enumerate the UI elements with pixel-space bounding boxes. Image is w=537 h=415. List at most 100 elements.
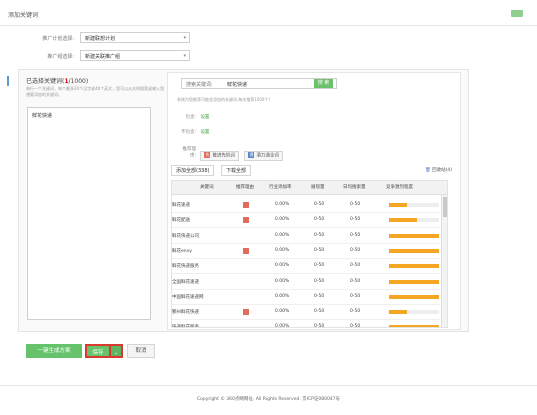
- potential-icon: 潜: [248, 151, 255, 158]
- recommend-badge-icon: [243, 217, 249, 224]
- keyword-cell[interactable]: 鲜花速递: [172, 202, 190, 208]
- daily-search-cell: 0-50: [350, 293, 361, 299]
- unit-select-row: 推广组选择: 新建关联推广组 ▾: [30, 50, 190, 61]
- add-rate-cell: 0.00%: [275, 232, 290, 238]
- chevron-down-icon: ▾: [183, 53, 186, 59]
- keyword-cell[interactable]: 鲜花envy: [172, 248, 192, 254]
- table-row[interactable]: 鲜花速递 0.00% 0-50 0-50: [172, 198, 442, 213]
- column-header[interactable]: 展现量: [311, 184, 325, 190]
- recommend-badge-icon: [243, 309, 249, 316]
- table-row[interactable]: 全国鲜花速递 0.00% 0-50 0-50: [172, 275, 442, 290]
- recommend-badge-icon: [243, 247, 249, 254]
- recycle-label: 回收站(4): [432, 168, 453, 173]
- keyword-cell[interactable]: 全国鲜花速递: [172, 279, 199, 285]
- save-dropdown-button[interactable]: ⌄: [111, 344, 123, 358]
- campaign-select-row: 推广计划选择: 新建联想计划 ▾: [30, 32, 190, 43]
- campaign-select-value: 新建联想计划: [85, 36, 116, 42]
- keyword-table: 关键词 推荐理由 行业添加率 展现量 日均搜索量 竞争激烈程度 鲜花速递 0.00% 0-50…: [171, 180, 448, 328]
- table-header: 关键词 推荐理由 行业添加率 展现量 日均搜索量 竞争激烈程度: [172, 181, 447, 195]
- title-bar: 添加关键词: [0, 0, 537, 26]
- add-rate-cell: 0.00%: [275, 263, 290, 269]
- column-header[interactable]: 行业添加率: [269, 184, 292, 190]
- competition-bar-fill: [389, 203, 407, 207]
- recommend-potential-button[interactable]: 潜潜力通全词: [244, 150, 283, 161]
- scroll-thumb[interactable]: [443, 197, 447, 217]
- table-row[interactable]: 鲜花快递服务 0.00% 0-50 0-50: [172, 259, 442, 275]
- unit-label: 推广组选择:: [47, 54, 74, 60]
- footer-copyright: Copyright © 360点睛网址. All Rights Reserved…: [196, 397, 341, 402]
- save-button[interactable]: 保存: [85, 344, 111, 358]
- search-value: 鲜花快递: [227, 82, 248, 88]
- table-row[interactable]: 鲜花配送 0.00% 0-50 0-50: [172, 213, 442, 229]
- column-header[interactable]: 日均搜索量: [343, 184, 366, 190]
- exclude-setting-link[interactable]: 设置: [200, 130, 209, 135]
- unit-select[interactable]: 新建关联推广组 ▾: [80, 50, 190, 61]
- column-header[interactable]: 关键词: [200, 184, 214, 190]
- column-header[interactable]: 竞争激烈程度: [386, 184, 413, 190]
- campaign-select[interactable]: 新建联想计划 ▾: [80, 32, 190, 43]
- daily-search-cell: 0-50: [350, 232, 361, 238]
- competition-bar: [389, 233, 439, 238]
- add-rate-cell: 0.00%: [275, 202, 290, 207]
- competition-bar-fill: [389, 218, 417, 223]
- column-header[interactable]: 推荐理由: [236, 184, 254, 190]
- table-row[interactable]: 快递鲜花服务 0.00% 0-50 0-50: [172, 320, 442, 328]
- keyword-cell[interactable]: 鲜花快递服务: [172, 263, 199, 269]
- minimize-icon[interactable]: [511, 10, 523, 17]
- add-rate-cell: 0.00%: [275, 278, 290, 284]
- window-title: 添加关键词: [8, 12, 39, 19]
- daily-search-cell: 0-50: [350, 324, 361, 328]
- cancel-button[interactable]: 取消: [127, 344, 155, 358]
- recommend-first-button[interactable]: 先推进先机词: [200, 150, 239, 161]
- keyword-cell[interactable]: 鲜花快递公司: [172, 233, 199, 239]
- flag-icon: 先: [204, 151, 211, 158]
- selected-title-prefix: 已选择关键词(: [26, 78, 65, 85]
- impressions-cell: 0-50: [314, 263, 325, 269]
- search-button[interactable]: 搜 索: [314, 79, 333, 88]
- table-row[interactable]: 鄞州鲜花快递 0.00% 0-50 0-50: [172, 305, 442, 321]
- recycle-bin[interactable]: 🗑 回收站(4): [425, 167, 452, 173]
- daily-search-cell: 0-50: [350, 278, 361, 284]
- collapse-handle[interactable]: [7, 76, 9, 86]
- competition-bar-fill: [389, 248, 439, 253]
- competition-bar: [389, 248, 439, 253]
- impressions-cell: 0-50: [314, 293, 325, 299]
- recommend-potential-label: 潜力通全词: [256, 153, 279, 158]
- include-label: 包含:: [185, 115, 196, 120]
- chevron-down-icon: ▾: [183, 35, 186, 41]
- competition-bar: [389, 203, 439, 207]
- recommend-label: 推荐理由:: [182, 147, 197, 158]
- competition-bar: [389, 279, 439, 284]
- add-rate-cell: 0.00%: [275, 309, 290, 315]
- impressions-cell: 0-50: [314, 202, 325, 207]
- competition-bar-fill: [389, 233, 439, 238]
- competition-bar-fill: [389, 294, 439, 299]
- generate-plan-button[interactable]: 一键生成方案: [26, 344, 82, 358]
- keywords-textarea[interactable]: 鲜花快递: [27, 107, 151, 320]
- competition-bar: [389, 218, 439, 223]
- footer-divider: [0, 385, 537, 386]
- table-row[interactable]: 鲜花envy 0.00% 0-50 0-50: [172, 244, 442, 259]
- competition-bar: [389, 264, 439, 269]
- download-all-button[interactable]: 下载全部: [221, 165, 252, 176]
- recommend-badge-icon: [243, 202, 249, 208]
- competition-bar: [389, 310, 439, 315]
- selected-title-suffix: /1000): [68, 78, 89, 85]
- add-all-button[interactable]: 添加全部(338): [171, 165, 215, 176]
- include-setting-link[interactable]: 设置: [200, 115, 209, 120]
- daily-search-cell: 0-50: [350, 247, 361, 253]
- table-scrollbar[interactable]: [441, 195, 447, 327]
- keyword-cell[interactable]: 鲜花配送: [172, 217, 190, 223]
- table-row[interactable]: 鲜花快递公司 0.00% 0-50 0-50: [172, 229, 442, 244]
- impressions-cell: 0-50: [314, 324, 325, 328]
- keyword-cell[interactable]: 中国鲜花速递网: [172, 294, 204, 300]
- impressions-cell: 0-50: [314, 217, 325, 223]
- impressions-cell: 0-50: [314, 247, 325, 253]
- impressions-cell: 0-50: [314, 309, 325, 315]
- impressions-cell: 0-50: [314, 278, 325, 284]
- table-row[interactable]: 中国鲜花速递网 0.00% 0-50 0-50: [172, 290, 442, 305]
- daily-search-cell: 0-50: [350, 217, 361, 223]
- keyword-cell[interactable]: 鄞州鲜花快递: [172, 309, 199, 315]
- add-rate-cell: 0.00%: [275, 217, 290, 223]
- keyword-cell[interactable]: 快递鲜花服务: [172, 324, 199, 327]
